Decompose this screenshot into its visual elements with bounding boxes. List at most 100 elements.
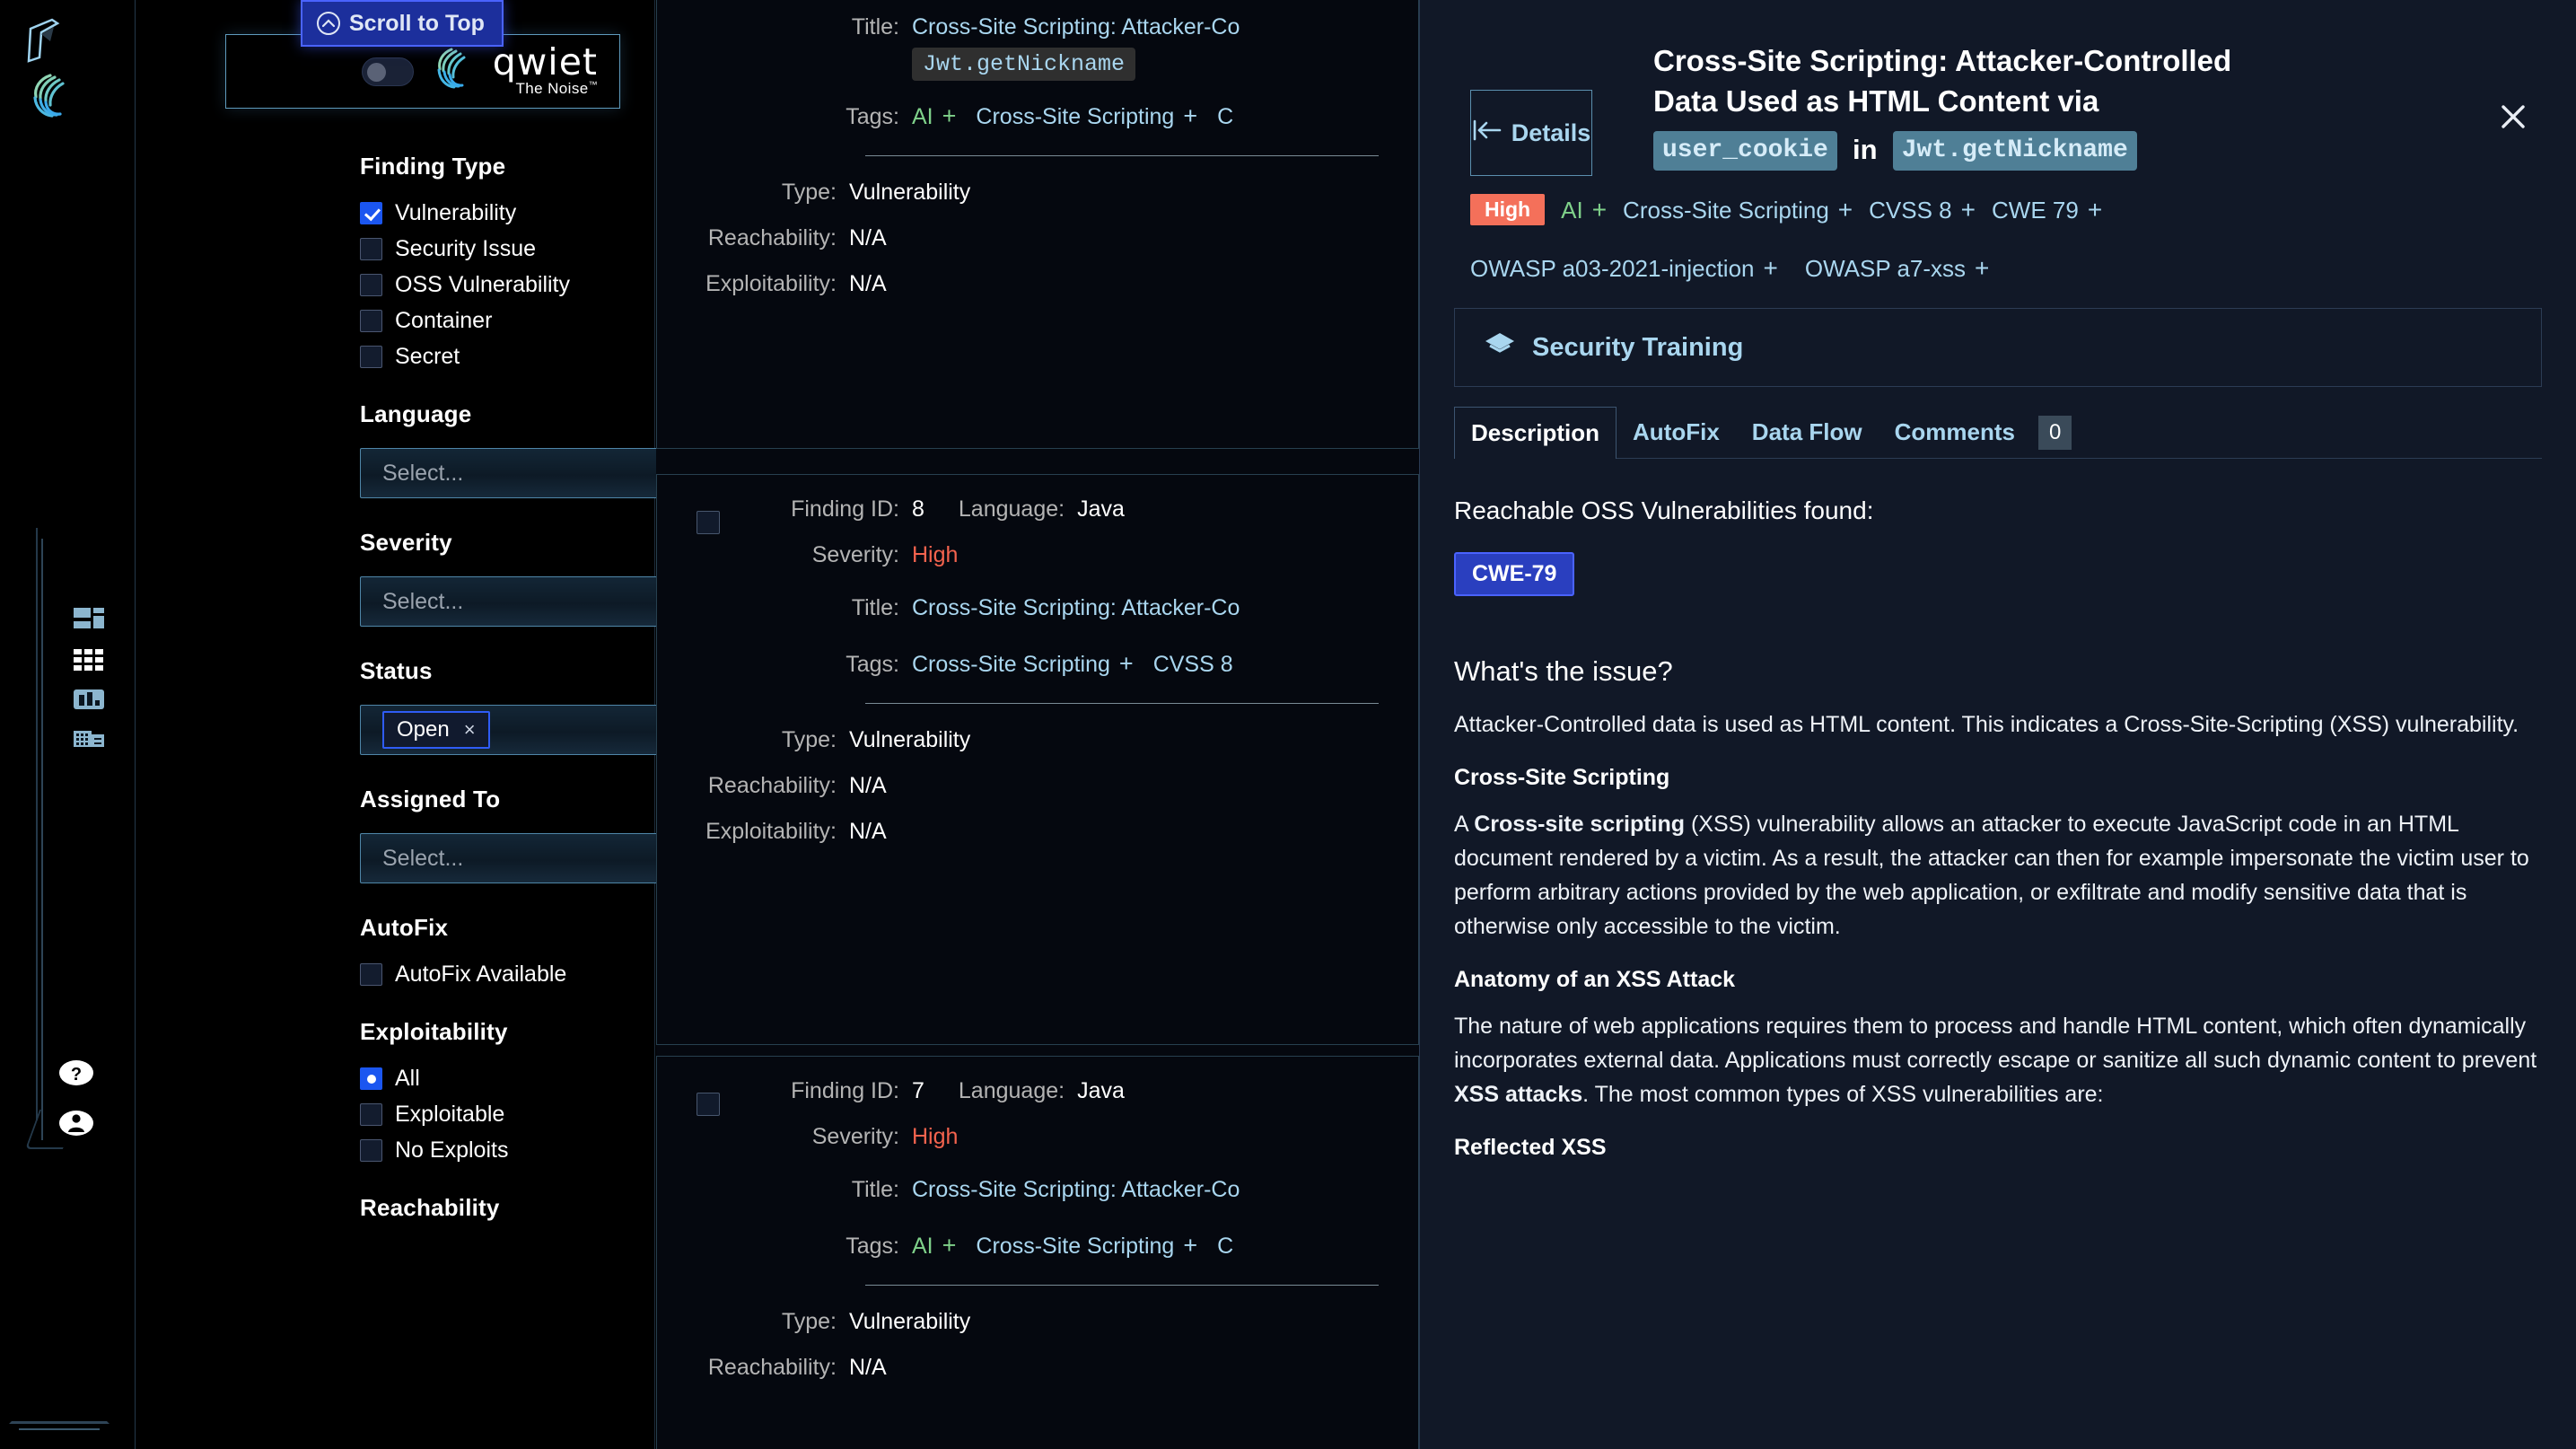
radio-label: No Exploits — [395, 1137, 509, 1163]
checkbox-icon[interactable] — [360, 310, 382, 332]
filter-group-reachability: Reachability — [360, 1194, 629, 1222]
cwe-chip[interactable]: CWE-79 — [1454, 552, 1575, 597]
status-chip-open[interactable]: Open × — [382, 711, 490, 749]
security-training-button[interactable]: Security Training — [1454, 308, 2542, 388]
finding-card: Finding ID: 8 Language: Java Severity: H… — [656, 474, 1419, 1045]
details-back-button[interactable]: Details — [1470, 90, 1592, 176]
checkbox-label: OSS Vulnerability — [395, 272, 570, 297]
badge-add-icon[interactable]: + — [1975, 254, 1989, 283]
tag-cross-site-scripting[interactable]: Cross-Site Scripting — [976, 104, 1174, 130]
finding-exploitability-value: N/A — [849, 819, 887, 844]
finding-exploitability-row: Exploitability: N/A — [657, 819, 1418, 845]
checkbox-label: Vulnerability — [395, 200, 517, 225]
scroll-to-top-button[interactable]: Scroll to Top — [301, 0, 504, 47]
grid-icon[interactable] — [70, 643, 108, 677]
detail-title-code-method: Jwt.getNickname — [1892, 130, 2137, 171]
detail-badges: High AI + Cross-Site Scripting + CVSS 8 … — [1470, 194, 2526, 283]
finding-title-value[interactable]: Cross-Site Scripting: Attacker-Co — [912, 14, 1240, 40]
radio-no-exploits[interactable]: No Exploits — [360, 1137, 629, 1164]
qwiet-logo-icon — [432, 46, 475, 97]
badge-cvss[interactable]: CVSS 8 + — [1869, 196, 1976, 224]
badge-cross-site-scripting[interactable]: Cross-Site Scripting + — [1623, 196, 1853, 224]
tab-label: Data Flow — [1751, 417, 1862, 445]
tab-description[interactable]: Description — [1454, 407, 1617, 460]
radio-icon[interactable] — [360, 1139, 382, 1162]
finding-title-label: Title: — [851, 1177, 899, 1202]
account-icon[interactable] — [56, 1102, 97, 1144]
status-chip-remove-icon[interactable]: × — [464, 718, 476, 742]
finding-title-value[interactable]: Cross-Site Scripting: Attacker-Co — [912, 1177, 1240, 1203]
tag-add-icon[interactable]: + — [1183, 1232, 1197, 1260]
checkbox-icon[interactable] — [360, 963, 382, 986]
theme-toggle[interactable] — [361, 57, 414, 86]
checkbox-vulnerability[interactable]: Vulnerability — [360, 200, 629, 226]
filter-group-status: Status Open × — [360, 657, 791, 755]
tab-autofix[interactable]: AutoFix — [1617, 406, 1736, 458]
finding-title-code: Jwt.getNickname — [912, 48, 1136, 81]
tag-truncated[interactable]: C — [1217, 104, 1233, 130]
filter-group-severity: Severity Select... — [360, 529, 791, 627]
checkbox-icon[interactable] — [360, 274, 382, 296]
checkbox-icon[interactable] — [360, 238, 382, 260]
finding-id-row: Finding ID: 8 Language: Java — [720, 496, 1418, 523]
badge-add-icon[interactable]: + — [1961, 196, 1976, 224]
finding-select-checkbox[interactable] — [697, 511, 720, 534]
radio-icon[interactable] — [360, 1103, 382, 1126]
badge-add-icon[interactable]: + — [1592, 196, 1607, 224]
close-icon[interactable] — [2493, 97, 2533, 136]
security-training-label: Security Training — [1532, 332, 1744, 362]
badge-owasp-xss[interactable]: OWASP a7-xss + — [1805, 254, 1990, 283]
checkbox-secret[interactable]: Secret — [360, 344, 629, 370]
finding-reachability-label: Reachability: — [707, 225, 837, 250]
checkbox-container[interactable]: Container — [360, 308, 629, 334]
finding-title-label: Title: — [851, 14, 899, 40]
checkbox-oss-vulnerability[interactable]: OSS Vulnerability — [360, 272, 629, 298]
finding-title-row: Title: Cross-Site Scripting: Attacker-Co — [720, 14, 1418, 40]
badge-add-icon[interactable]: + — [2088, 196, 2102, 224]
app-logo-mark — [22, 16, 79, 68]
badge-cwe[interactable]: CWE 79 + — [1992, 196, 2102, 224]
badge-add-icon[interactable]: + — [1764, 254, 1778, 283]
tag-add-icon[interactable]: + — [942, 102, 957, 130]
para-bold: XSS attacks — [1454, 1082, 1583, 1108]
finding-title-value[interactable]: Cross-Site Scripting: Attacker-Co — [912, 595, 1240, 621]
tag-add-icon[interactable]: + — [942, 1232, 957, 1260]
badge-owasp-injection[interactable]: OWASP a03-2021-injection + — [1470, 254, 1778, 283]
radio-all[interactable]: All — [360, 1066, 629, 1092]
tag-add-icon[interactable]: + — [1119, 650, 1134, 678]
bar-chart-icon[interactable] — [70, 682, 108, 716]
finding-severity-row: Severity: High — [720, 542, 1418, 568]
radio-icon[interactable] — [360, 1067, 382, 1090]
tag-cvss[interactable]: CVSS 8 — [1153, 652, 1233, 678]
tag-truncated[interactable]: C — [1217, 1234, 1233, 1260]
finding-id-row: Finding ID: 7 Language: Java — [720, 1078, 1418, 1104]
finding-exploitability-label: Exploitability: — [705, 819, 837, 844]
radio-exploitable[interactable]: Exploitable — [360, 1102, 629, 1128]
checkbox-security-issue[interactable]: Security Issue — [360, 236, 629, 262]
table-icon[interactable] — [70, 722, 108, 756]
tag-cross-site-scripting[interactable]: Cross-Site Scripting — [976, 1234, 1174, 1260]
findings-list[interactable]: Title: Cross-Site Scripting: Attacker-Co… — [656, 0, 1419, 1449]
finding-language-label: Language: — [958, 496, 1065, 522]
tab-data-flow[interactable]: Data Flow — [1736, 406, 1879, 458]
checkbox-icon[interactable] — [360, 346, 382, 368]
tag-add-icon[interactable]: + — [1183, 102, 1197, 130]
finding-id-value: 8 — [912, 496, 924, 522]
tag-ai[interactable]: AI — [912, 104, 933, 130]
finding-select-checkbox[interactable] — [697, 1093, 720, 1116]
comments-count-badge[interactable]: 0 — [2037, 415, 2072, 450]
status-title: Status — [360, 657, 433, 684]
help-icon[interactable]: ? — [56, 1052, 97, 1093]
chevron-up-circle-icon — [317, 12, 340, 35]
finding-type-row: Type: Vulnerability — [657, 180, 1418, 206]
dashboard-icon[interactable] — [70, 603, 108, 637]
tag-ai[interactable]: AI — [912, 1234, 933, 1260]
finding-tags: AI + Cross-Site Scripting + C — [912, 1232, 1233, 1260]
checkbox-icon[interactable] — [360, 202, 382, 224]
tab-comments[interactable]: Comments — [1879, 406, 2031, 458]
badge-add-icon[interactable]: + — [1838, 196, 1853, 224]
tag-cross-site-scripting[interactable]: Cross-Site Scripting — [912, 652, 1110, 678]
badge-label: AI — [1561, 196, 1583, 224]
badge-ai[interactable]: AI + — [1561, 196, 1607, 224]
checkbox-autofix-available[interactable]: AutoFix Available — [360, 962, 629, 988]
